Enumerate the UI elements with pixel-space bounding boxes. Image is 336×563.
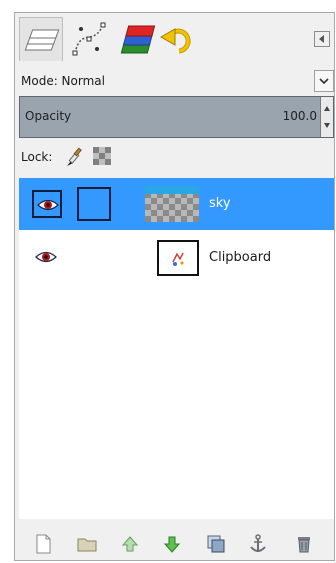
duplicate-layer-button[interactable]	[204, 532, 228, 556]
eye-icon	[35, 251, 57, 263]
raise-layer-button[interactable]	[118, 532, 142, 556]
layers-icon	[24, 29, 60, 51]
new-layer-icon	[36, 534, 51, 554]
tab-channels[interactable]	[113, 17, 157, 61]
chevron-down-icon	[319, 78, 329, 85]
tab-layers[interactable]	[19, 17, 63, 61]
delete-layer-button[interactable]	[292, 532, 316, 556]
new-layer-group-icon	[77, 538, 97, 552]
layer-name[interactable]: Clipboard	[209, 250, 271, 265]
opacity-spinner[interactable]	[320, 97, 333, 137]
layers-list[interactable]: sky Clipboard	[19, 178, 334, 519]
tab-paths[interactable]	[67, 17, 111, 61]
eye-icon	[37, 199, 59, 211]
sky-thumbnail-image	[145, 186, 199, 222]
spinner-arrows-icon	[324, 106, 330, 128]
lock-pixels-brush-icon[interactable]	[63, 147, 85, 169]
visibility-toggle[interactable]	[32, 190, 62, 218]
layer-thumbnail-sky	[145, 186, 199, 222]
lower-layer-icon	[163, 536, 181, 553]
new-layer-group-button[interactable]	[75, 532, 99, 556]
new-layer-button[interactable]	[31, 532, 55, 556]
anchor-layer-button[interactable]	[246, 532, 270, 556]
configure-tab-button[interactable]	[314, 31, 330, 47]
lock-label: Lock:	[21, 150, 53, 164]
lock-alpha-checker-icon[interactable]	[93, 147, 111, 165]
layer-thumbnail-clipboard	[157, 240, 199, 276]
clipboard-thumbnail-image	[172, 252, 184, 266]
layer-name[interactable]: sky	[209, 196, 231, 211]
chain-toggle[interactable]	[77, 187, 111, 221]
channels-icon	[120, 25, 156, 54]
opacity-label: Opacity	[25, 109, 72, 123]
mode-dropdown-button[interactable]	[314, 70, 334, 92]
layer-row-sky[interactable]: sky	[19, 178, 334, 230]
anchor-icon	[250, 534, 266, 552]
tab-menu-icon	[319, 35, 324, 43]
lower-layer-button[interactable]	[160, 532, 184, 556]
tab-undo-history[interactable]	[157, 17, 201, 61]
mode-row: Mode: Normal	[15, 69, 334, 93]
duplicate-layer-icon	[207, 535, 225, 553]
visibility-toggle[interactable]	[32, 244, 62, 272]
dock-tab-bar	[15, 13, 334, 65]
mode-combo-label[interactable]: Mode: Normal	[21, 74, 105, 88]
layers-button-bar	[15, 528, 334, 560]
layers-dialog: Mode: Normal Opacity 100.0 Lock: sky Cli…	[14, 12, 335, 561]
opacity-scale[interactable]: Opacity 100.0	[19, 96, 334, 138]
trash-icon	[298, 537, 310, 553]
opacity-value[interactable]: 100.0	[283, 109, 317, 123]
paths-icon	[72, 22, 106, 56]
layer-row-clipboard[interactable]: Clipboard	[19, 232, 334, 284]
undo-history-icon	[159, 28, 191, 54]
raise-layer-icon	[121, 536, 139, 552]
lock-row: Lock:	[15, 143, 334, 171]
